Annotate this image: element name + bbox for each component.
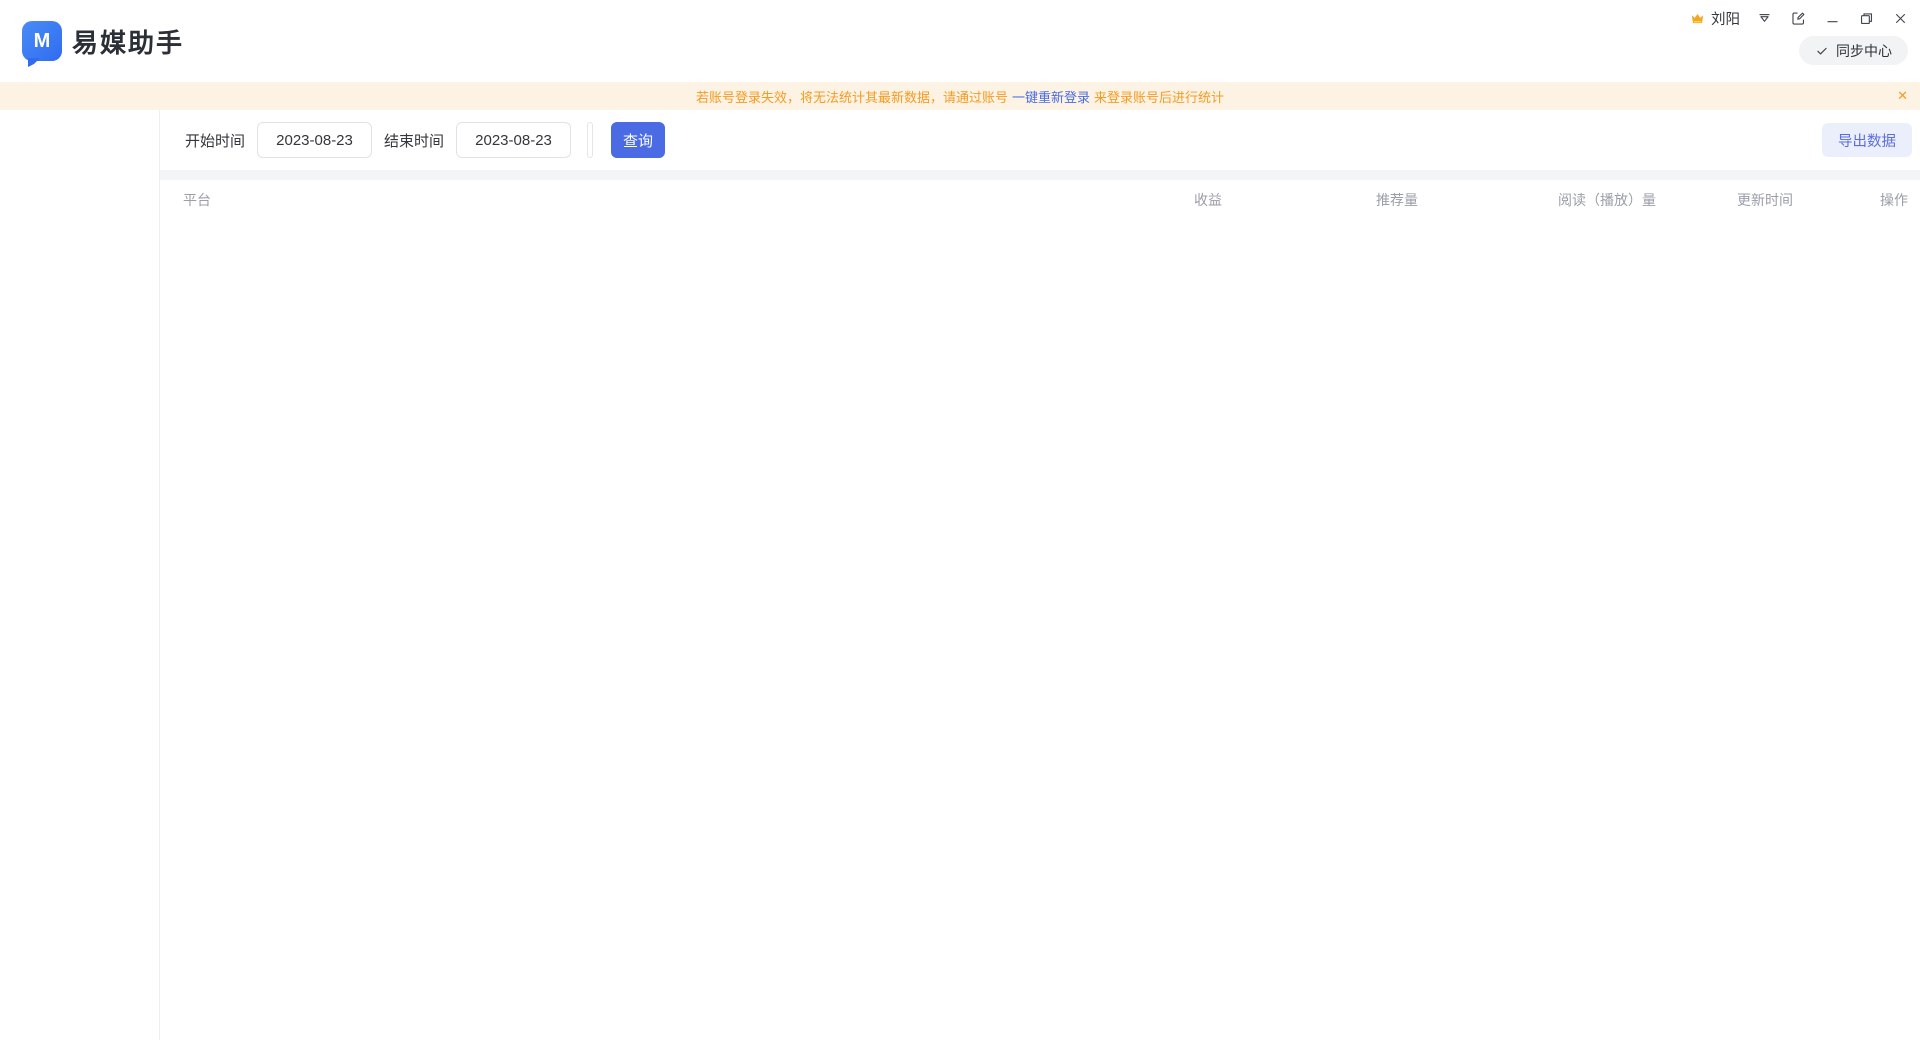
start-date-input[interactable] (257, 122, 372, 158)
content: 开始时间 结束时间 查询 导出数据 平台 收益 推荐量 阅读（播放）量 更新时间… (160, 110, 1920, 1040)
date-range-segments (587, 122, 593, 158)
col-platform: 平台 (183, 190, 1194, 210)
col-action: 操作 (1878, 190, 1908, 210)
banner-text-after: 来登录账号后进行统计 (1094, 87, 1224, 106)
sync-center-button[interactable]: 同步中心 (1799, 36, 1908, 65)
restore-button[interactable] (1856, 9, 1876, 29)
username: 刘阳 (1711, 8, 1740, 29)
col-revenue: 收益 (1194, 190, 1376, 210)
filter-bar: 开始时间 结束时间 查询 导出数据 (160, 110, 1920, 170)
col-recommend: 推荐量 (1376, 190, 1558, 210)
export-data-button[interactable]: 导出数据 (1822, 123, 1912, 157)
minimize-button[interactable] (1822, 9, 1842, 29)
section-divider (160, 170, 1920, 180)
sync-center-label: 同步中心 (1836, 41, 1892, 61)
query-button[interactable]: 查询 (611, 122, 665, 158)
titlebar: M 易媒助手 刘阳 同 (0, 0, 1920, 82)
window-controls: 刘阳 (1689, 8, 1910, 29)
end-date-input[interactable] (456, 122, 571, 158)
close-button[interactable] (1890, 9, 1910, 29)
feedback-edit-icon[interactable] (1788, 9, 1808, 29)
titlebar-right: 刘阳 同步中心 (1689, 0, 1920, 82)
banner-text-before: 若账号登录失效，将无法统计其最新数据，请通过账号 (696, 87, 1008, 106)
skin-filter-icon[interactable] (1754, 9, 1774, 29)
user-chip[interactable]: 刘阳 (1689, 8, 1740, 29)
banner-close-icon[interactable]: ✕ (1897, 82, 1908, 110)
col-reads: 阅读（播放）量 (1558, 190, 1737, 210)
login-warning-banner: 若账号登录失效，将无法统计其最新数据，请通过账号 一键重新登录 来登录账号后进行… (0, 82, 1920, 110)
app-logo: M 易媒助手 (0, 0, 190, 82)
sidebar (0, 110, 160, 1040)
table-header: 平台 收益 推荐量 阅读（播放）量 更新时间 操作 (183, 180, 1908, 220)
start-time-label: 开始时间 (185, 130, 245, 151)
end-time-label: 结束时间 (384, 130, 444, 151)
platform-table: 平台 收益 推荐量 阅读（播放）量 更新时间 操作 (160, 180, 1920, 1040)
relogin-link[interactable]: 一键重新登录 (1012, 87, 1090, 106)
vip-crown-icon (1689, 10, 1706, 27)
check-icon (1815, 44, 1829, 58)
col-updated: 更新时间 (1737, 190, 1878, 210)
app-title: 易媒助手 (72, 23, 184, 60)
app-logo-icon: M (22, 21, 62, 61)
